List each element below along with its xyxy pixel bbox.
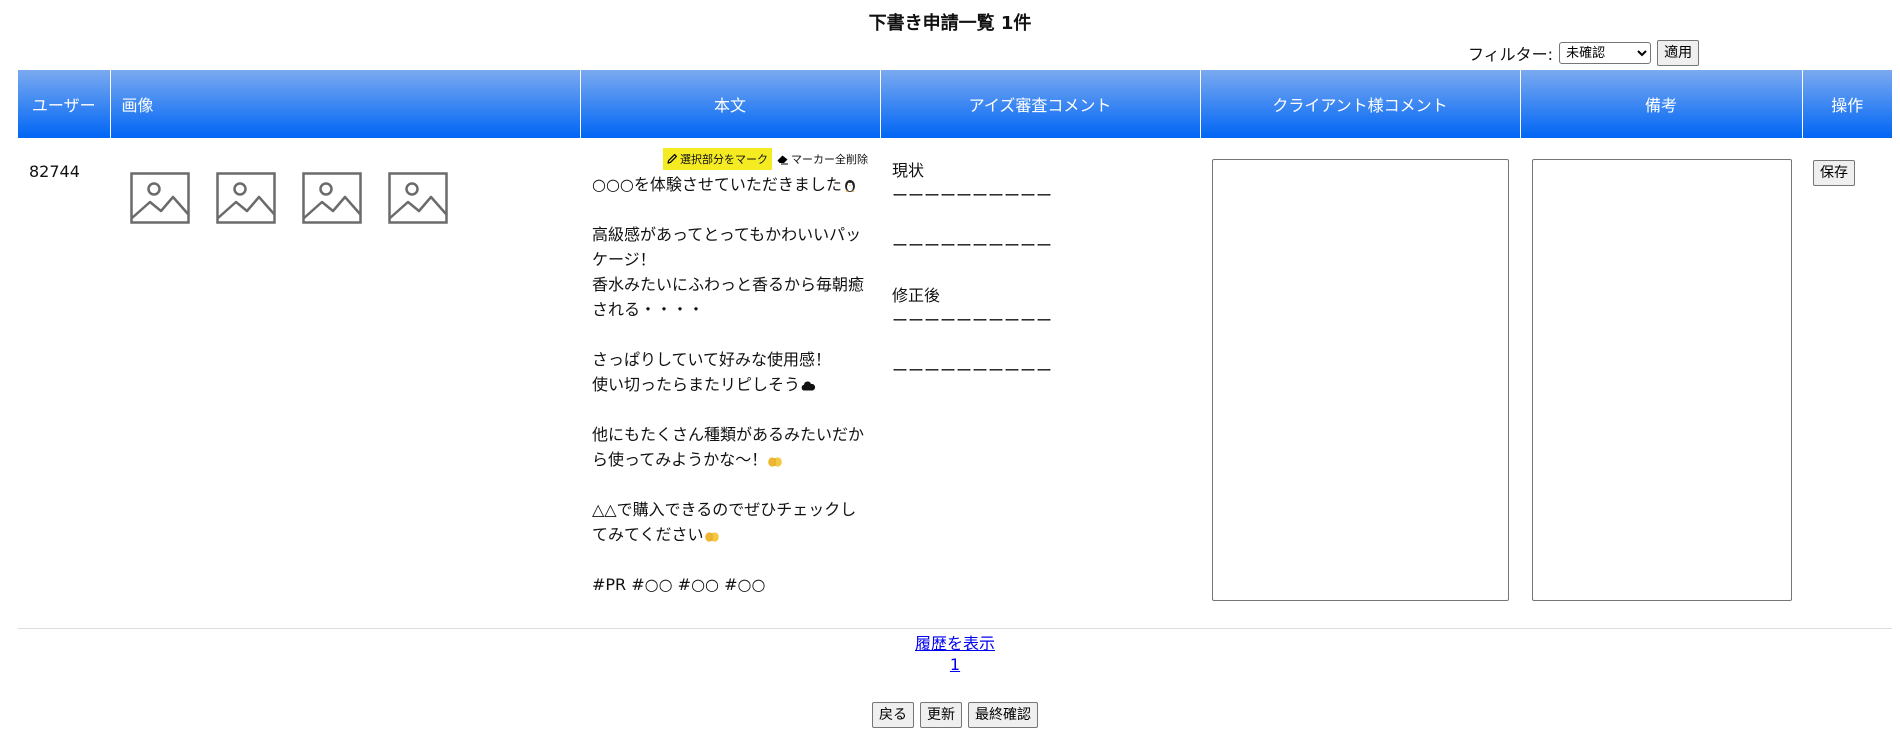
header-review-comment: アイズ審査コメント <box>880 70 1201 138</box>
mark-selection-label: 選択部分をマーク <box>680 153 768 166</box>
save-button[interactable]: 保存 <box>1813 160 1855 186</box>
back-button[interactable]: 戻る <box>872 702 914 728</box>
review-divider: ーーーーーーーーーー <box>892 361 1053 380</box>
body-line: #PR #○○ #○○ #○○ <box>592 575 766 594</box>
user-id: 82744 <box>18 138 110 629</box>
client-comment-textarea[interactable] <box>1212 159 1509 601</box>
body-line: △△で購入できるのでぜひチェックし <box>592 500 857 519</box>
body-line: 高級感があってとってもかわいいパッ <box>592 225 862 244</box>
image-list <box>110 138 580 224</box>
client-comment-cell <box>1200 138 1520 629</box>
apply-button[interactable]: 適用 <box>1657 40 1700 66</box>
body-line: てみてください <box>592 525 704 544</box>
header-image: 画像 <box>110 70 581 138</box>
cloud-icon <box>801 381 816 391</box>
notes-textarea[interactable] <box>1532 159 1792 601</box>
body-line: ケージ！ <box>592 250 656 269</box>
header-user: ユーザー <box>18 70 111 138</box>
clapping-hands-icon <box>768 457 783 467</box>
review-revised-label: 修正後 <box>892 286 941 305</box>
body-line: 使い切ったらまたリピしそう <box>592 375 801 394</box>
bottom-button-bar: 戻る 更新 最終確認 <box>0 702 1900 728</box>
image-placeholder-icon[interactable] <box>388 172 448 224</box>
review-divider: ーーーーーーーーーー <box>892 311 1053 330</box>
body-line: 香水みたいにふわっと香るから毎朝癒 <box>592 275 865 294</box>
review-comment-cell: 現状 ーーーーーーーーーー ーーーーーーーーーー 修正後 ーーーーーーーーーー … <box>880 138 1200 629</box>
clear-markers-label: マーカー全削除 <box>791 153 868 166</box>
header-notes: 備考 <box>1520 70 1803 138</box>
history-link[interactable]: 履歴を表示 <box>915 634 995 653</box>
ops-cell: 保存 <box>1802 138 1892 629</box>
body-text: ○○○を体験させていただきました 高級感があってとってもかわいいパッ ケージ！ … <box>580 170 880 597</box>
header-body: 本文 <box>580 70 881 138</box>
header-ops: 操作 <box>1802 70 1892 138</box>
table-header-row: ユーザー 画像 本文 アイズ審査コメント クライアント様コメント 備考 操作 <box>18 70 1892 138</box>
penguin-icon <box>844 180 855 192</box>
clapping-hands-icon <box>704 532 719 542</box>
body-cell: 選択部分をマーク マーカー全削除 ○○○を体験させていただきました 高級感があっ… <box>580 138 880 629</box>
pencil-icon <box>667 154 677 164</box>
body-line: ○○○を体験させていただきました <box>592 175 842 194</box>
final-check-button[interactable]: 最終確認 <box>968 702 1038 728</box>
image-placeholder-icon[interactable] <box>216 172 276 224</box>
marker-toolbar: 選択部分をマーク マーカー全削除 <box>580 138 880 170</box>
pagination-page-1[interactable]: 1 <box>950 655 960 674</box>
review-divider: ーーーーーーーーーー <box>892 186 1053 205</box>
filter-select[interactable]: 未確認 <box>1559 42 1652 64</box>
body-line: さっぱりしていて好みな使用感！ <box>592 350 832 369</box>
review-comment-text: 現状 ーーーーーーーーーー ーーーーーーーーーー 修正後 ーーーーーーーーーー … <box>880 138 1200 383</box>
draft-table: ユーザー 画像 本文 アイズ審査コメント クライアント様コメント 備考 操作 8… <box>18 70 1892 629</box>
clear-markers-button[interactable]: マーカー全削除 <box>776 148 868 170</box>
mark-selection-button[interactable]: 選択部分をマーク <box>663 148 772 170</box>
image-placeholder-icon[interactable] <box>302 172 362 224</box>
filter-bar: フィルター: 未確認 適用 <box>1468 38 1700 68</box>
refresh-button[interactable]: 更新 <box>920 702 962 728</box>
review-current-label: 現状 <box>892 161 925 180</box>
eraser-icon <box>777 155 788 165</box>
body-line: 他にもたくさん種類があるみたいだか <box>592 425 865 444</box>
filter-label: フィルター: <box>1468 45 1554 64</box>
body-line: される・・・・ <box>592 300 705 319</box>
image-cell <box>110 138 580 629</box>
header-client-comment: クライアント様コメント <box>1200 70 1521 138</box>
review-divider: ーーーーーーーーーー <box>892 236 1053 255</box>
page-title: 下書き申請一覧 1件 <box>868 13 1032 34</box>
notes-cell <box>1520 138 1802 629</box>
image-placeholder-icon[interactable] <box>130 172 190 224</box>
table-row: 82744 選択部分をマーク マーカー全削除 ○○○を体験させていただきました … <box>18 138 1892 629</box>
body-line: ら使ってみようかな～！ <box>592 450 768 469</box>
